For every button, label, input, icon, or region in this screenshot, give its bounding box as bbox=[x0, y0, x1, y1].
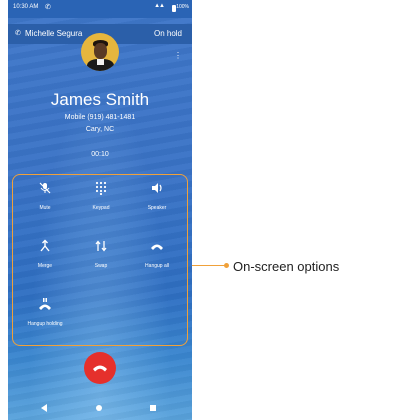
swap-label: Swap bbox=[94, 263, 108, 269]
hangup-holding-button[interactable]: Hangup holding bbox=[17, 297, 73, 337]
end-call-icon bbox=[93, 365, 107, 372]
home-icon[interactable] bbox=[96, 405, 102, 411]
phone-screen: 10:30 AM ✆ ▲▲ 100% ✆ Michelle Segura On … bbox=[8, 0, 192, 420]
keypad-label: Keypad bbox=[92, 205, 110, 211]
swap-button[interactable]: Swap bbox=[73, 239, 129, 279]
speaker-label: Speaker bbox=[147, 205, 167, 211]
mute-label: Mute bbox=[39, 205, 51, 211]
overflow-menu-icon[interactable]: ⋮ bbox=[174, 51, 182, 60]
keypad-icon bbox=[95, 181, 107, 195]
end-call-button[interactable] bbox=[84, 352, 116, 384]
on-screen-options: Mute Keypad Speaker Merge Swap Hangup al… bbox=[12, 174, 188, 346]
phone-in-call-icon: ✆ bbox=[15, 30, 21, 37]
mute-button[interactable]: Mute bbox=[17, 181, 73, 221]
battery-percent: 100% bbox=[176, 4, 189, 10]
speaker-button[interactable]: Speaker bbox=[129, 181, 185, 221]
status-bar: 10:30 AM ✆ ▲▲ 100% bbox=[8, 0, 192, 18]
caller-number: Mobile (919) 481-1481 bbox=[64, 114, 136, 121]
swap-icon bbox=[95, 240, 107, 252]
signal-icon: ▲▲ bbox=[154, 3, 165, 9]
hangup-all-icon bbox=[151, 244, 163, 250]
callout-dot bbox=[224, 263, 229, 268]
back-icon[interactable] bbox=[41, 404, 47, 412]
hangup-holding-icon bbox=[39, 298, 51, 310]
hangup-holding-label: Hangup holding bbox=[27, 321, 63, 327]
hangup-all-label: Hangup all bbox=[145, 263, 169, 269]
merge-icon bbox=[40, 239, 50, 252]
keypad-button[interactable]: Keypad bbox=[73, 181, 129, 221]
avatar bbox=[81, 33, 119, 71]
hangup-all-button[interactable]: Hangup all bbox=[129, 239, 185, 279]
callout-line bbox=[192, 265, 225, 266]
navigation-bar bbox=[8, 398, 192, 420]
recent-apps-icon[interactable] bbox=[150, 405, 156, 411]
caller-location: Cary, NC bbox=[85, 126, 115, 133]
phone-icon: ✆ bbox=[45, 4, 51, 11]
status-time: 10:30 AM bbox=[13, 4, 39, 10]
callout-label: On-screen options bbox=[233, 259, 340, 274]
held-caller-name: Michelle Segura bbox=[25, 29, 83, 38]
hold-status: On hold bbox=[153, 29, 182, 38]
caller-name: James Smith bbox=[50, 90, 150, 109]
merge-button[interactable]: Merge bbox=[17, 239, 73, 279]
speaker-icon bbox=[152, 183, 162, 193]
mic-off-icon bbox=[39, 182, 51, 194]
call-timer: 00:10 bbox=[91, 151, 109, 158]
merge-label: Merge bbox=[37, 263, 53, 269]
